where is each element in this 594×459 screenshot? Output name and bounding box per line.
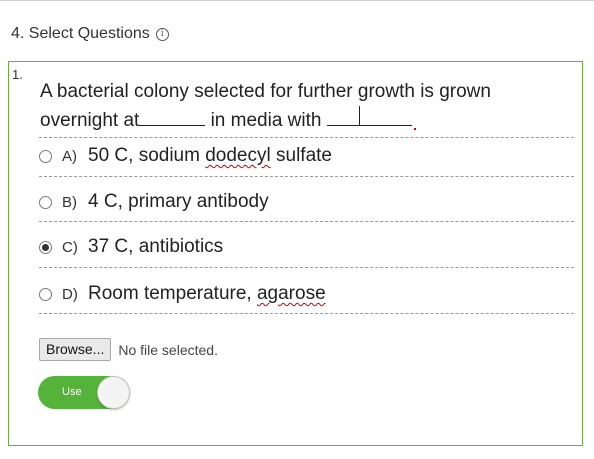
blank-input-1[interactable] [139, 106, 206, 126]
blank-input-2[interactable] [326, 106, 412, 126]
option-letter: C) [62, 238, 78, 256]
option-b[interactable]: B) 4 C, primary antibody [39, 186, 574, 218]
section-header: 4. Select Questions i [11, 24, 169, 44]
top-rule [0, 0, 594, 1]
radio-option-b[interactable] [39, 195, 52, 209]
radio-option-d[interactable] [39, 287, 52, 301]
question-text: A bacterial colony selected for further … [40, 78, 560, 135]
toggle-label: Use [62, 386, 82, 398]
radio-option-c[interactable] [39, 240, 52, 254]
divider [39, 137, 574, 138]
browse-button[interactable]: Browse... [39, 338, 112, 361]
info-circle-icon[interactable]: i [155, 27, 169, 41]
divider [39, 267, 574, 268]
option-text: 4 C, primary antibody [88, 191, 269, 212]
option-d[interactable]: D) Room temperature, agarose [39, 278, 574, 310]
option-letter: D) [62, 285, 78, 303]
file-status: No file selected. [118, 341, 218, 358]
divider [39, 176, 574, 177]
divider [39, 313, 574, 314]
option-letter: A) [62, 147, 77, 165]
section-title: 4. Select Questions [11, 25, 150, 42]
toggle-knob[interactable] [97, 376, 130, 409]
option-c[interactable]: C) 37 C, antibiotics [39, 231, 574, 263]
spellcheck-dot [413, 128, 416, 130]
option-text: Room temperature, agarose [88, 283, 326, 304]
option-text: 37 C, antibiotics [88, 236, 224, 257]
use-toggle[interactable]: Use [38, 376, 130, 409]
divider [39, 221, 574, 222]
text-cursor [358, 106, 360, 126]
question-number: 1. [12, 67, 23, 82]
option-letter: B) [62, 193, 77, 211]
option-text: 50 C, sodium dodecyl sulfate [88, 145, 332, 166]
question-text-part2: in media with [205, 110, 327, 131]
file-upload: Browse... No file selected. [39, 338, 218, 361]
option-a[interactable]: A) 50 C, sodium dodecyl sulfate [39, 140, 574, 172]
radio-option-a[interactable] [39, 149, 52, 163]
question-box: 1. A bacterial colony selected for furth… [8, 61, 583, 446]
